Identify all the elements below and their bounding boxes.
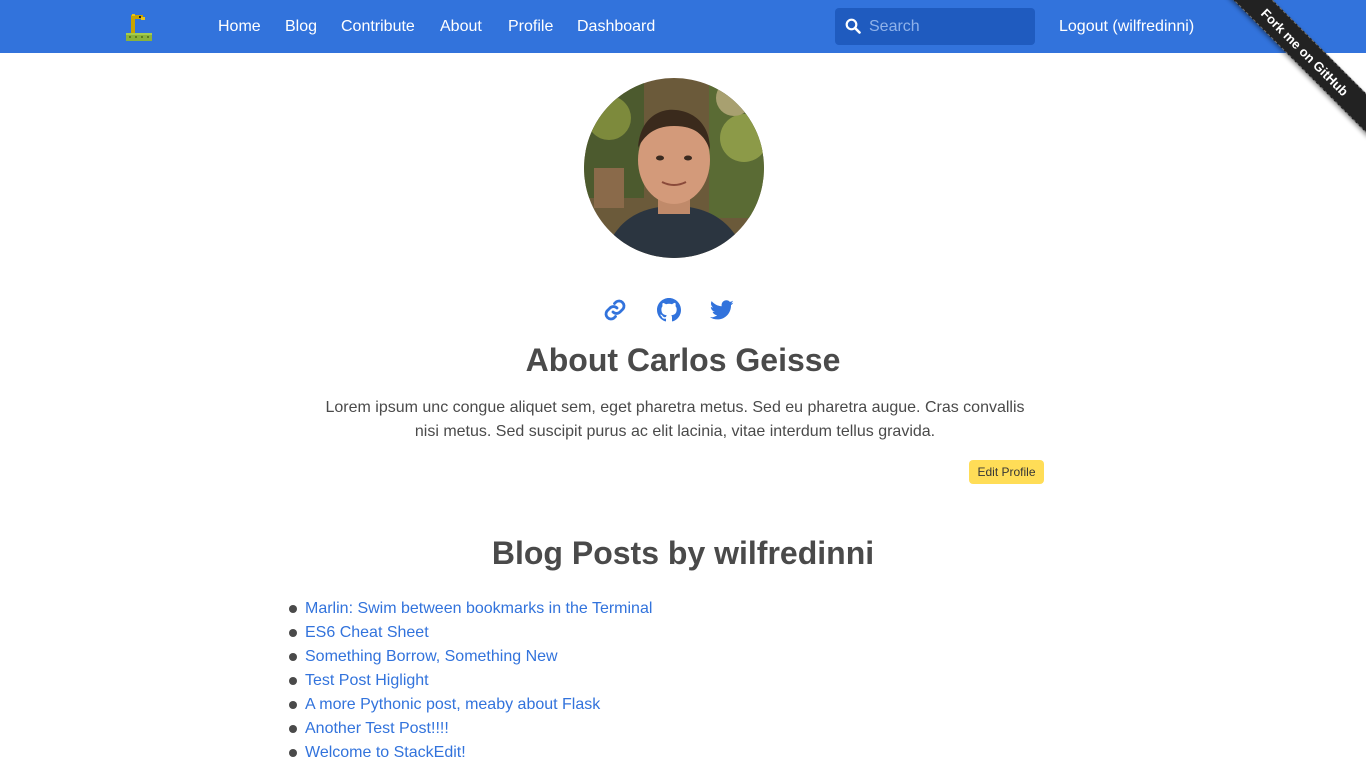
about-title: About Carlos Geisse (525, 342, 841, 378)
post-link[interactable]: Marlin: Swim between bookmarks in the Te… (305, 600, 652, 617)
edit-profile-button[interactable]: Edit Profile (969, 460, 1044, 484)
avatar-photo (584, 78, 764, 258)
nav-profile-link[interactable]: Profile (508, 17, 553, 37)
nav-contribute-link[interactable]: Contribute (341, 17, 415, 37)
bullet-icon (289, 725, 297, 733)
post-link[interactable]: ES6 Cheat Sheet (305, 624, 429, 641)
post-link[interactable]: Something Borrow, Something New (305, 648, 558, 665)
fork-ribbon-label: Fork me on GitHub (1258, 5, 1352, 99)
navbar: Home Blog Contribute About Profile Dashb… (0, 0, 1366, 53)
post-link[interactable]: A more Pythonic post, meaby about Flask (305, 696, 600, 713)
search-box (835, 8, 1035, 45)
bullet-icon (289, 749, 297, 757)
post-link[interactable]: Another Test Post!!!! (305, 720, 449, 737)
search-input[interactable] (869, 8, 1029, 45)
blog-posts-title: Blog Posts by wilfredinni (491, 535, 875, 571)
nav-home-link[interactable]: Home (218, 17, 261, 37)
list-item: Marlin: Swim between bookmarks in the Te… (289, 597, 652, 621)
bullet-icon (289, 701, 297, 709)
nav-dashboard-link[interactable]: Dashboard (577, 17, 655, 37)
fork-ribbon: Fork me on GitHub (1216, 0, 1366, 150)
list-item: A more Pythonic post, meaby about Flask (289, 693, 652, 717)
bullet-icon (289, 629, 297, 637)
list-item: Welcome to StackEdit! (289, 741, 652, 765)
fork-on-github-link[interactable]: Fork me on GitHub (1220, 0, 1366, 137)
bullet-icon (289, 653, 297, 661)
list-item: Another Test Post!!!! (289, 717, 652, 741)
post-link[interactable]: Welcome to StackEdit! (305, 744, 466, 761)
github-icon[interactable] (657, 298, 681, 322)
nav-blog-link[interactable]: Blog (285, 17, 317, 37)
search-icon (845, 18, 861, 34)
post-link[interactable]: Test Post Higlight (305, 672, 429, 689)
bullet-icon (289, 677, 297, 685)
logout-link[interactable]: Logout (wilfredinni) (1059, 17, 1194, 37)
list-item: Test Post Higlight (289, 669, 652, 693)
snake-logo-icon[interactable] (123, 11, 155, 43)
link-icon[interactable] (603, 298, 627, 322)
nav-about-link[interactable]: About (440, 17, 482, 37)
bullet-icon (289, 605, 297, 613)
list-item: ES6 Cheat Sheet (289, 621, 652, 645)
profile-bio: Lorem ipsum unc congue aliquet sem, eget… (325, 399, 1025, 440)
avatar (584, 78, 764, 258)
twitter-icon[interactable] (710, 298, 734, 322)
blog-posts-list: Marlin: Swim between bookmarks in the Te… (289, 597, 652, 765)
list-item: Something Borrow, Something New (289, 645, 652, 669)
